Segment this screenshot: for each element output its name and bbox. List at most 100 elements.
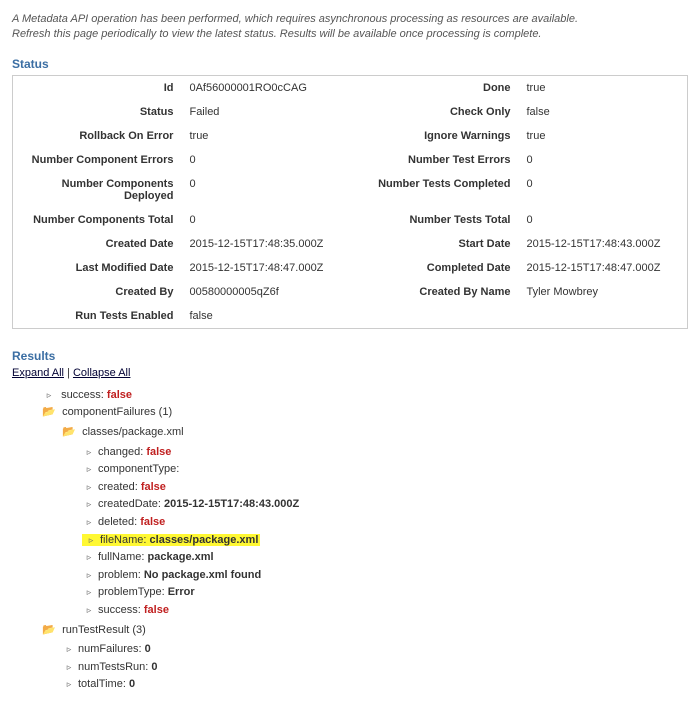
- cf-problemtype-key: problemType:: [98, 586, 168, 598]
- cf-filename-key: fileName:: [100, 534, 150, 546]
- cf-deleted-value: false: [140, 516, 165, 528]
- cf-created-key: created:: [98, 481, 141, 493]
- bullet-icon: ▹: [82, 550, 96, 564]
- status-header: Status: [12, 57, 688, 71]
- modifieddate-label: Last Modified Date: [13, 256, 182, 280]
- bullet-icon: ▹: [62, 677, 76, 691]
- collapse-all-link[interactable]: Collapse All: [73, 367, 130, 379]
- rt-numtestsrun-value: 0: [151, 661, 157, 673]
- comperr-label: Number Component Errors: [13, 148, 182, 172]
- folder-open-icon: 📂: [42, 622, 56, 640]
- expand-all-link[interactable]: Expand All: [12, 367, 64, 379]
- bullet-icon: ▹: [82, 515, 96, 529]
- tree-runtestresult[interactable]: 📂 runTestResult (3) ▹numFailures: 0 ▹num…: [42, 622, 688, 694]
- cf-componenttype[interactable]: ▹componentType:: [82, 461, 688, 479]
- testerr-label: Number Test Errors: [350, 148, 519, 172]
- ignorewarn-label: Ignore Warnings: [350, 124, 519, 148]
- createdby-label: Created By: [13, 280, 182, 304]
- intro-line-1: A Metadata API operation has been perfor…: [12, 12, 688, 27]
- done-label: Done: [350, 75, 519, 100]
- bullet-icon: ▹: [84, 533, 98, 547]
- bullet-icon: ▹: [82, 445, 96, 459]
- teststot-value: 0: [519, 208, 688, 232]
- compdep-value: 0: [181, 172, 350, 208]
- cf-problem[interactable]: ▹problem: No package.xml found: [82, 567, 688, 585]
- intro-text: A Metadata API operation has been perfor…: [12, 12, 688, 43]
- cf-path-label: classes/package.xml: [82, 426, 184, 438]
- cf-success-key: success:: [98, 604, 144, 616]
- cf-fullname-key: fullName:: [98, 551, 148, 563]
- cf-success[interactable]: ▹success: false: [82, 602, 688, 620]
- rt-totaltime-key: totalTime:: [78, 678, 129, 690]
- results-header: Results: [12, 349, 688, 363]
- id-label: Id: [13, 75, 182, 100]
- bullet-icon: ▹: [62, 642, 76, 656]
- cf-deleted-key: deleted:: [98, 516, 140, 528]
- createdbyname-label: Created By Name: [350, 280, 519, 304]
- comptot-value: 0: [181, 208, 350, 232]
- success-key: success:: [61, 389, 107, 401]
- bullet-icon: ▹: [42, 388, 56, 402]
- intro-line-2: Refresh this page periodically to view t…: [12, 27, 688, 42]
- rt-totaltime[interactable]: ▹totalTime: 0: [62, 676, 688, 694]
- runtestresult-label: runTestResult (3): [62, 624, 146, 636]
- testerr-value: 0: [519, 148, 688, 172]
- tree-success[interactable]: ▹ success: false: [42, 387, 688, 405]
- results-tree: ▹ success: false 📂 componentFailures (1)…: [12, 387, 688, 694]
- bullet-icon: ▹: [82, 462, 96, 476]
- startdate-label: Start Date: [350, 232, 519, 256]
- folder-open-icon: 📂: [42, 404, 56, 422]
- modifieddate-value: 2015-12-15T17:48:47.000Z: [181, 256, 350, 280]
- bullet-icon: ▹: [62, 660, 76, 674]
- rt-totaltime-value: 0: [129, 678, 135, 690]
- rt-numfailures-key: numFailures:: [78, 643, 145, 655]
- cf-createddate[interactable]: ▹createdDate: 2015-12-15T17:48:43.000Z: [82, 496, 688, 514]
- tree-controls: Expand All | Collapse All: [12, 367, 688, 379]
- cf-fullname[interactable]: ▹fullName: package.xml: [82, 549, 688, 567]
- cf-createddate-value: 2015-12-15T17:48:43.000Z: [164, 498, 299, 510]
- cf-filename[interactable]: ▹fileName: classes/package.xml: [82, 532, 688, 550]
- cf-createddate-key: createdDate:: [98, 498, 164, 510]
- rt-numfailures[interactable]: ▹numFailures: 0: [62, 641, 688, 659]
- runtests-label: Run Tests Enabled: [13, 304, 182, 329]
- rt-numtestsrun-key: numTestsRun:: [78, 661, 151, 673]
- bullet-icon: ▹: [82, 585, 96, 599]
- cf-deleted[interactable]: ▹deleted: false: [82, 514, 688, 532]
- compdep-label: Number Components Deployed: [13, 172, 182, 208]
- cf-problem-key: problem:: [98, 569, 144, 581]
- folder-open-icon: 📂: [62, 424, 76, 442]
- comperr-value: 0: [181, 148, 350, 172]
- cf-changed[interactable]: ▹changed: false: [82, 444, 688, 462]
- completeddate-label: Completed Date: [350, 256, 519, 280]
- cf-componenttype-key: componentType:: [98, 463, 179, 475]
- createddate-value: 2015-12-15T17:48:35.000Z: [181, 232, 350, 256]
- createdbyname-value: Tyler Mowbrey: [519, 280, 688, 304]
- tree-componentfailures[interactable]: 📂 componentFailures (1) 📂 classes/packag…: [42, 404, 688, 619]
- status-value: Failed: [181, 100, 350, 124]
- cf-problemtype-value: Error: [168, 586, 195, 598]
- completeddate-value: 2015-12-15T17:48:47.000Z: [519, 256, 688, 280]
- cf-created[interactable]: ▹created: false: [82, 479, 688, 497]
- teststot-label: Number Tests Total: [350, 208, 519, 232]
- cf-success-value: false: [144, 604, 169, 616]
- cf-fullname-value: package.xml: [148, 551, 214, 563]
- testscomp-label: Number Tests Completed: [350, 172, 519, 208]
- cf-problemtype[interactable]: ▹problemType: Error: [82, 584, 688, 602]
- bullet-icon: ▹: [82, 568, 96, 582]
- checkonly-value: false: [519, 100, 688, 124]
- bullet-icon: ▹: [82, 480, 96, 494]
- checkonly-label: Check Only: [350, 100, 519, 124]
- id-value: 0Af56000001RO0cCAG: [181, 75, 350, 100]
- cf-filename-value: classes/package.xml: [150, 534, 259, 546]
- runtests-value: false: [181, 304, 350, 329]
- rollback-value: true: [181, 124, 350, 148]
- done-value: true: [519, 75, 688, 100]
- cf-problem-value: No package.xml found: [144, 569, 261, 581]
- bullet-icon: ▹: [82, 603, 96, 617]
- startdate-value: 2015-12-15T17:48:43.000Z: [519, 232, 688, 256]
- bullet-icon: ▹: [82, 497, 96, 511]
- rt-numtestsrun[interactable]: ▹numTestsRun: 0: [62, 659, 688, 677]
- tree-cf-item[interactable]: 📂 classes/package.xml ▹changed: false ▹c…: [62, 424, 688, 620]
- ignorewarn-value: true: [519, 124, 688, 148]
- testscomp-value: 0: [519, 172, 688, 208]
